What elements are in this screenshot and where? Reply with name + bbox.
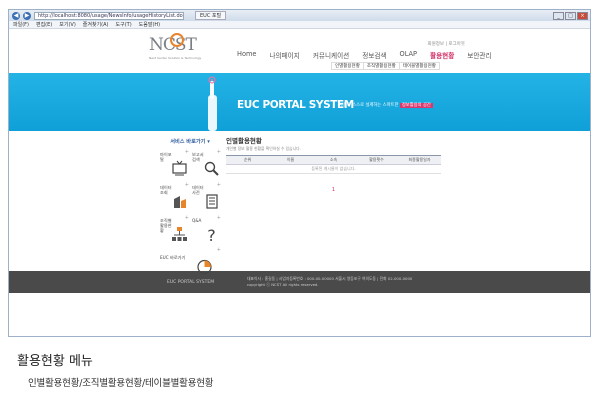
col-name[interactable]: 이름 <box>269 155 312 165</box>
quick-item-data-query[interactable]: 데이터 조회 + <box>159 182 189 210</box>
plus-icon: + <box>184 149 189 155</box>
hero-banner: EUC PORTAL SYSTEM 사용자 스스로 설계하는 스마트한 정보활용… <box>9 73 590 131</box>
subnav-org[interactable]: 조직별활용현황 <box>364 63 400 69</box>
footer-copyright: copyright ⓒ NCST All rights reserved. <box>247 282 319 287</box>
page-number[interactable]: 1 <box>332 187 335 193</box>
org-chart-icon <box>172 227 187 241</box>
banner-title: EUC PORTAL SYSTEM <box>237 99 354 111</box>
main-nav: Home 나의페이지 커뮤니케이션 정보검색 OLAP 활용현황 보안관리 <box>237 50 492 60</box>
menu-file[interactable]: 파일(F) <box>13 21 29 28</box>
svg-text:?: ? <box>207 226 216 243</box>
col-last-used[interactable]: 최종활용일자 <box>398 155 441 165</box>
nav-community[interactable]: 커뮤니케이션 <box>313 50 349 60</box>
usage-table: 순위 이름 소속 활용횟수 최종활용일자 등록된 게시물이 없습니다. <box>226 155 441 174</box>
window-controls: _ □ × <box>553 11 590 20</box>
question-icon: ? <box>207 226 216 243</box>
menu-tools[interactable]: 도구(T) <box>116 21 132 28</box>
site-logo[interactable]: NCST Next Center Solution & Technology <box>149 33 202 65</box>
site-header: NCST Next Center Solution & Technology 회… <box>9 29 590 73</box>
plus-icon: + <box>184 215 189 221</box>
minimize-icon[interactable]: _ <box>553 11 564 20</box>
table-row: 등록된 게시물이 없습니다. <box>226 164 441 174</box>
footer-brand: EUC PORTAL SYSTEM <box>167 279 215 285</box>
caption-subtitle: 인별활용현황/조직별활용현황/테이블별활용현황 <box>28 378 214 389</box>
footer-address: 대표이사 : 홍길동 | 사업자등록번호 : 000-00-00000 서울시 … <box>247 276 413 281</box>
pie-chart-icon <box>197 259 212 275</box>
touch-hand-icon <box>208 76 217 131</box>
quick-item-label: Q&A <box>192 218 202 223</box>
banner-highlight: 정보활용의 공간 <box>399 103 433 108</box>
browser-tab[interactable]: EUC 포털 <box>195 11 227 20</box>
close-icon[interactable]: × <box>577 11 588 20</box>
tv-icon <box>172 160 187 176</box>
main-panel: 인별활용현황 개인별 정보 활용 현황을 확인하실 수 있습니다. 순위 이름 … <box>226 135 441 193</box>
menu-favorites[interactable]: 즐겨찾기(A) <box>83 21 109 28</box>
address-bar[interactable]: http://localhost:8080/usage/NewsInfo/usa… <box>34 11 184 20</box>
browser-titlebar: ◀ ▶ http://localhost:8080/usage/NewsInfo… <box>9 10 590 21</box>
quick-item-label: EUC 바로가기 <box>160 255 186 260</box>
quick-item-report-search[interactable]: 보고서 검색 + <box>191 149 221 177</box>
back-icon[interactable]: ◀ <box>12 11 20 20</box>
plus-icon: + <box>216 247 221 253</box>
plus-icon: + <box>184 182 189 188</box>
menu-edit[interactable]: 편집(E) <box>36 21 52 28</box>
pagination: 1 <box>226 187 441 193</box>
book-icon <box>206 194 218 209</box>
screenshot: ◀ ▶ http://localhost:8080/usage/NewsInfo… <box>0 0 600 400</box>
menu-help[interactable]: 도움말(H) <box>139 21 160 28</box>
col-rank[interactable]: 순위 <box>226 155 269 165</box>
site-footer: EUC PORTAL SYSTEM 대표이사 : 홍길동 | 사업자등록번호 :… <box>9 271 590 293</box>
quick-item-qna[interactable]: Q&A + ? <box>191 215 221 243</box>
menu-view[interactable]: 보기(V) <box>59 21 76 28</box>
quick-links-sidebar: 서비스 바로가기 ▾ 마이포탈 + 보고서 검색 + 데이터 조회 + 데이터 … <box>159 131 221 275</box>
quick-item-myportal[interactable]: 마이포탈 + <box>159 149 189 177</box>
col-usage-count[interactable]: 활용횟수 <box>355 155 398 165</box>
plus-icon: + <box>216 215 221 221</box>
quick-item-euc-shortcut[interactable]: EUC 바로가기 + <box>159 247 221 275</box>
forward-icon[interactable]: ▶ <box>23 11 31 20</box>
util-links[interactable]: 회원정보 | 로그아웃 <box>428 41 466 47</box>
col-department[interactable]: 소속 <box>312 155 355 165</box>
nav-security[interactable]: 보안관리 <box>467 50 491 60</box>
nav-olap[interactable]: OLAP <box>400 50 418 60</box>
page-description: 개인별 정보 활용 현황을 확인하실 수 있습니다. <box>226 146 301 151</box>
page-title: 인별활용현황 <box>226 137 262 145</box>
nav-home[interactable]: Home <box>237 50 256 60</box>
chart-icon <box>174 196 186 208</box>
quick-links-header[interactable]: 서비스 바로가기 ▾ <box>159 138 221 145</box>
subnav-person[interactable]: 인별활용현황 <box>332 63 364 69</box>
footer-info: 대표이사 : 홍길동 | 사업자등록번호 : 000-00-00000 서울시 … <box>247 276 412 288</box>
search-icon <box>204 161 219 176</box>
logo-subtext: Next Center Solution & Technology <box>149 56 202 60</box>
browser-menubar: 파일(F) 편집(E) 보기(V) 즐겨찾기(A) 도구(T) 도움말(H) <box>9 21 590 29</box>
maximize-icon[interactable]: □ <box>565 11 576 20</box>
nav-mypage[interactable]: 나의페이지 <box>269 50 299 60</box>
table-header-row: 순위 이름 소속 활용횟수 최종활용일자 <box>226 155 441 165</box>
logo-ring-icon <box>170 33 184 47</box>
content-area: 서비스 바로가기 ▾ 마이포탈 + 보고서 검색 + 데이터 조회 + 데이터 … <box>9 131 590 275</box>
nav-usage[interactable]: 활용현황 <box>430 50 454 60</box>
plus-icon: + <box>216 182 221 188</box>
nav-search[interactable]: 정보검색 <box>362 50 386 60</box>
banner-subtitle: 사용자 스스로 설계하는 스마트한 정보활용의 공간 <box>339 102 433 108</box>
caption-title: 활용현황 메뉴 <box>17 354 93 369</box>
quick-item-data-dictionary[interactable]: 데이터 사전 + <box>191 182 221 210</box>
usage-subnav: 인별활용현황 조직별활용현황 테이블별활용현황 <box>331 62 440 70</box>
quick-item-org-usage[interactable]: 조직별 활용현황 + <box>159 215 189 243</box>
plus-icon: + <box>216 149 221 155</box>
subnav-table[interactable]: 테이블별활용현황 <box>400 63 439 69</box>
browser-window: ◀ ▶ http://localhost:8080/usage/NewsInfo… <box>8 9 591 337</box>
empty-message: 등록된 게시물이 없습니다. <box>226 164 441 174</box>
banner-subtitle-text: 사용자 스스로 설계하는 스마트한 <box>339 103 399 108</box>
